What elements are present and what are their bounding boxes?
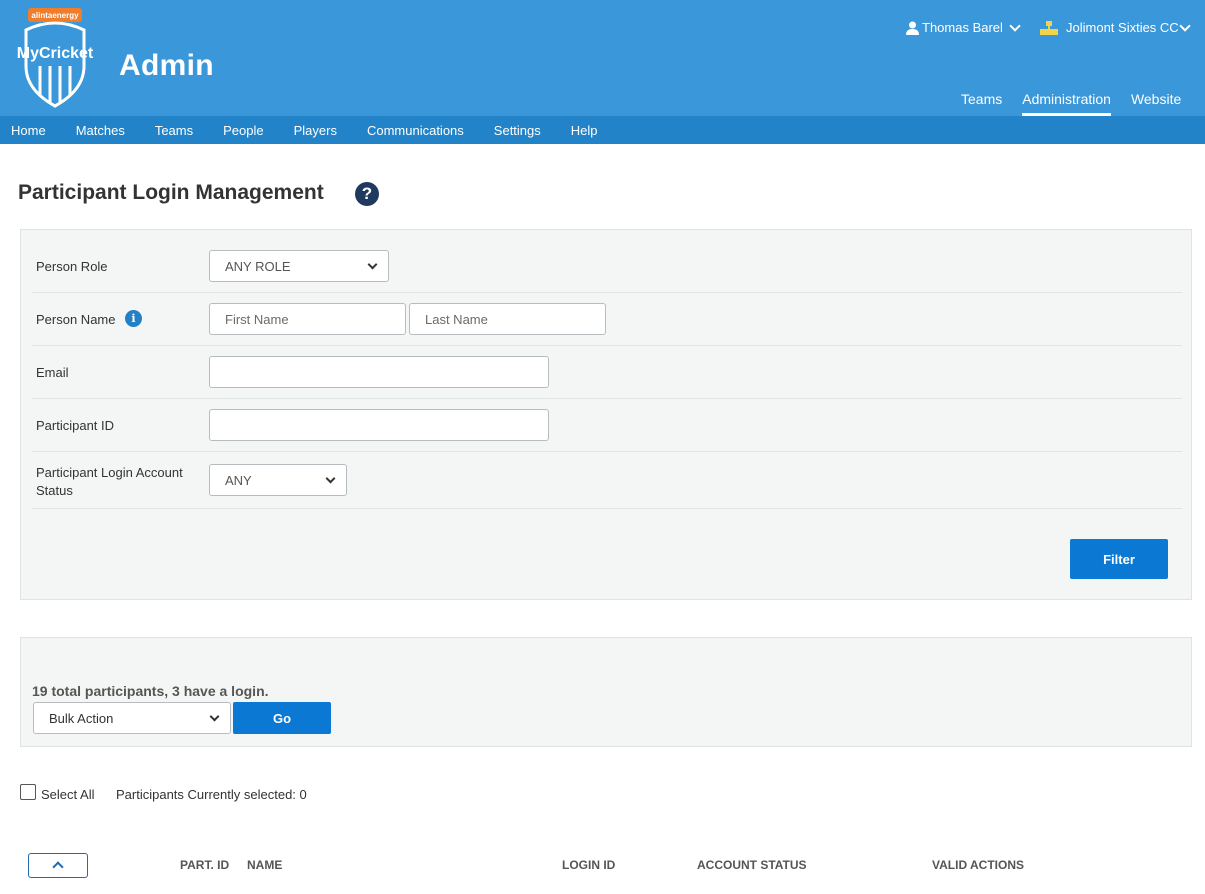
- account-status-select[interactable]: ANY: [209, 464, 347, 496]
- person-name-row: Person Name i First Name Last Name: [32, 293, 1182, 346]
- last-name-input[interactable]: Last Name: [409, 303, 606, 335]
- help-icon[interactable]: ?: [355, 182, 379, 206]
- email-input[interactable]: [209, 356, 549, 388]
- nav-people[interactable]: People: [223, 123, 263, 138]
- svg-text:MyCricket: MyCricket: [17, 45, 94, 62]
- account-status-row: Participant Login Account Status ANY: [32, 452, 1182, 509]
- person-role-select[interactable]: ANY ROLE: [209, 250, 389, 282]
- chevron-down-icon: [1009, 19, 1021, 32]
- select-all-label[interactable]: Select All: [41, 787, 94, 802]
- chevron-down-icon: [325, 473, 336, 484]
- nav-help[interactable]: Help: [571, 123, 598, 138]
- participant-summary: 19 total participants, 3 have a login.: [32, 683, 269, 699]
- email-label: Email: [36, 365, 69, 380]
- filter-button[interactable]: Filter: [1070, 539, 1168, 579]
- account-status-value: ANY: [225, 472, 252, 488]
- chevron-up-icon: [52, 861, 64, 873]
- mycricket-logo[interactable]: alintaenergy MyCricket: [16, 8, 94, 108]
- select-all-checkbox[interactable]: [20, 784, 36, 800]
- account-status-label-line2: Status: [36, 483, 73, 498]
- column-header-valid-actions: VALID ACTIONS: [932, 858, 1024, 872]
- chevron-down-icon: [1179, 19, 1191, 32]
- column-header-login-id[interactable]: LOGIN ID: [562, 858, 615, 872]
- nav-players[interactable]: Players: [294, 123, 337, 138]
- user-icon: [906, 21, 919, 35]
- nav-communications[interactable]: Communications: [367, 123, 464, 138]
- column-header-part-id[interactable]: PART. ID: [180, 858, 229, 872]
- svg-text:alintaenergy: alintaenergy: [31, 11, 79, 20]
- info-icon[interactable]: i: [125, 310, 142, 327]
- participant-id-label: Participant ID: [36, 418, 115, 433]
- selected-count: Participants Currently selected: 0: [116, 787, 307, 802]
- person-role-row: Person Role ANY ROLE: [32, 240, 1182, 293]
- participant-id-input[interactable]: [209, 409, 549, 441]
- account-status-label: Participant Login Account Status: [36, 464, 183, 500]
- tab-administration[interactable]: Administration: [1022, 91, 1111, 116]
- first-name-input[interactable]: First Name: [209, 303, 406, 335]
- go-button[interactable]: Go: [233, 702, 331, 734]
- page-title: Participant Login Management: [18, 181, 324, 204]
- collapse-button[interactable]: [28, 853, 88, 878]
- organization-icon: [1040, 20, 1058, 35]
- user-name: Thomas Barel: [922, 20, 1003, 35]
- nav-home[interactable]: Home: [11, 123, 46, 138]
- club-name: Jolimont Sixties CC: [1066, 20, 1179, 35]
- nav-teams[interactable]: Teams: [155, 123, 193, 138]
- person-name-label: Person Name: [36, 312, 116, 327]
- club-menu[interactable]: Jolimont Sixties CC: [1040, 19, 1191, 35]
- column-header-name[interactable]: NAME: [247, 858, 282, 872]
- person-role-value: ANY ROLE: [225, 258, 291, 274]
- account-status-label-line1: Participant Login Account: [36, 465, 183, 480]
- results-panel: 19 total participants, 3 have a login. B…: [20, 637, 1192, 747]
- chevron-down-icon: [209, 711, 220, 722]
- person-role-label: Person Role: [36, 259, 108, 274]
- bulk-action-select[interactable]: Bulk Action: [33, 702, 231, 734]
- top-tabs: Teams Administration Website: [961, 91, 1201, 116]
- app-header: alintaenergy MyCricket Admin Thomas Bare…: [0, 0, 1205, 116]
- nav-matches[interactable]: Matches: [76, 123, 125, 138]
- bulk-action-value: Bulk Action: [49, 710, 114, 726]
- tab-teams[interactable]: Teams: [961, 91, 1002, 116]
- user-menu[interactable]: Thomas Barel: [906, 19, 1021, 35]
- filter-panel: Person Role ANY ROLE Person Name i First…: [20, 229, 1192, 600]
- app-title: Admin: [119, 49, 214, 82]
- chevron-down-icon: [367, 259, 378, 270]
- email-row: Email: [32, 346, 1182, 399]
- nav-settings[interactable]: Settings: [494, 123, 541, 138]
- participant-id-row: Participant ID: [32, 399, 1182, 452]
- tab-website[interactable]: Website: [1131, 91, 1181, 116]
- main-nav: Home Matches Teams People Players Commun…: [0, 116, 1205, 144]
- column-header-account-status[interactable]: ACCOUNT STATUS: [697, 858, 807, 872]
